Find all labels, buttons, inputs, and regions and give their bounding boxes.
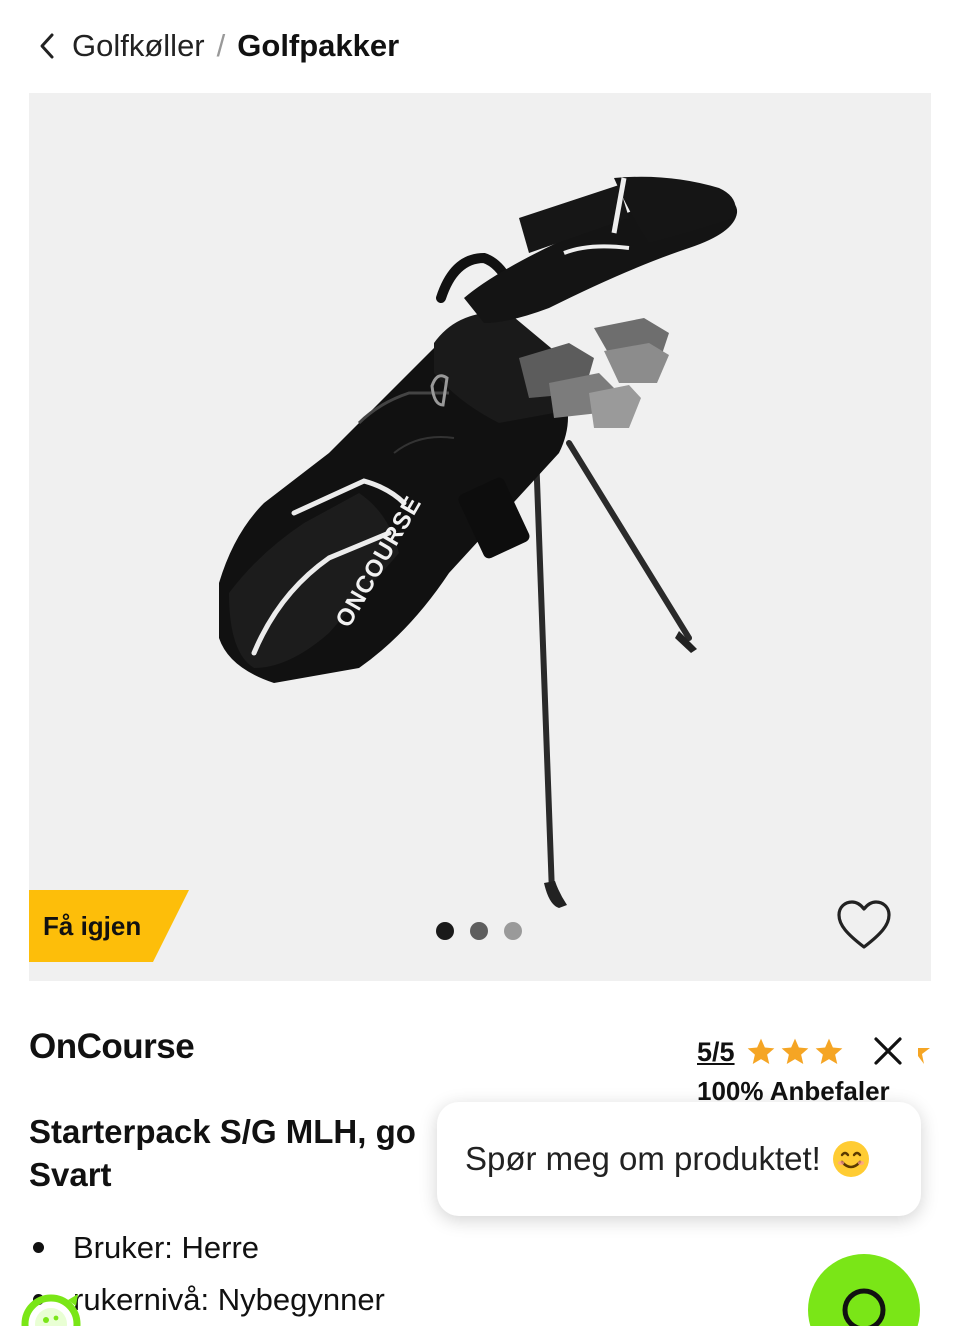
- carousel-dot-1[interactable]: [436, 922, 454, 940]
- heart-icon[interactable]: [835, 898, 893, 952]
- breadcrumb: Golfkøller / Golfpakker: [38, 24, 399, 68]
- star-icon: [747, 1038, 774, 1064]
- rating-score[interactable]: 5/5: [697, 1037, 735, 1068]
- carousel-dots: [436, 922, 522, 940]
- star-icon: [918, 1048, 930, 1064]
- star-icon: [781, 1038, 808, 1064]
- breadcrumb-separator: /: [216, 28, 226, 63]
- carousel-dot-2[interactable]: [470, 922, 488, 940]
- breadcrumb-current: Golfpakker: [237, 28, 400, 63]
- carousel-dot-3[interactable]: [504, 922, 522, 940]
- product-rating[interactable]: 5/5: [697, 1033, 845, 1071]
- product-image: ONCOURSE: [219, 176, 738, 908]
- product-image-gallery[interactable]: ONCOURSE Få igjen: [29, 93, 931, 981]
- smile-emoji-icon: [832, 1141, 869, 1177]
- chat-bubble-icon[interactable]: [808, 1254, 920, 1326]
- list-item: Bruker: Herre: [29, 1222, 385, 1274]
- rating-stars: [745, 1036, 845, 1068]
- promo-badge-label: Få igjen: [43, 911, 142, 941]
- eco-leaf-icon[interactable]: [16, 1282, 86, 1326]
- chat-prompt-text: Spør meg om produktet!: [465, 1140, 821, 1177]
- star-icon: [815, 1038, 842, 1064]
- breadcrumb-parent-link[interactable]: Golfkøller: [72, 28, 205, 64]
- close-icon[interactable]: [870, 1033, 906, 1069]
- promo-badge: Få igjen: [29, 890, 189, 962]
- product-brand[interactable]: OnCourse: [29, 1027, 195, 1067]
- chevron-left-icon[interactable]: [38, 31, 60, 61]
- chat-prompt-popup[interactable]: Spør meg om produktet!: [437, 1102, 921, 1216]
